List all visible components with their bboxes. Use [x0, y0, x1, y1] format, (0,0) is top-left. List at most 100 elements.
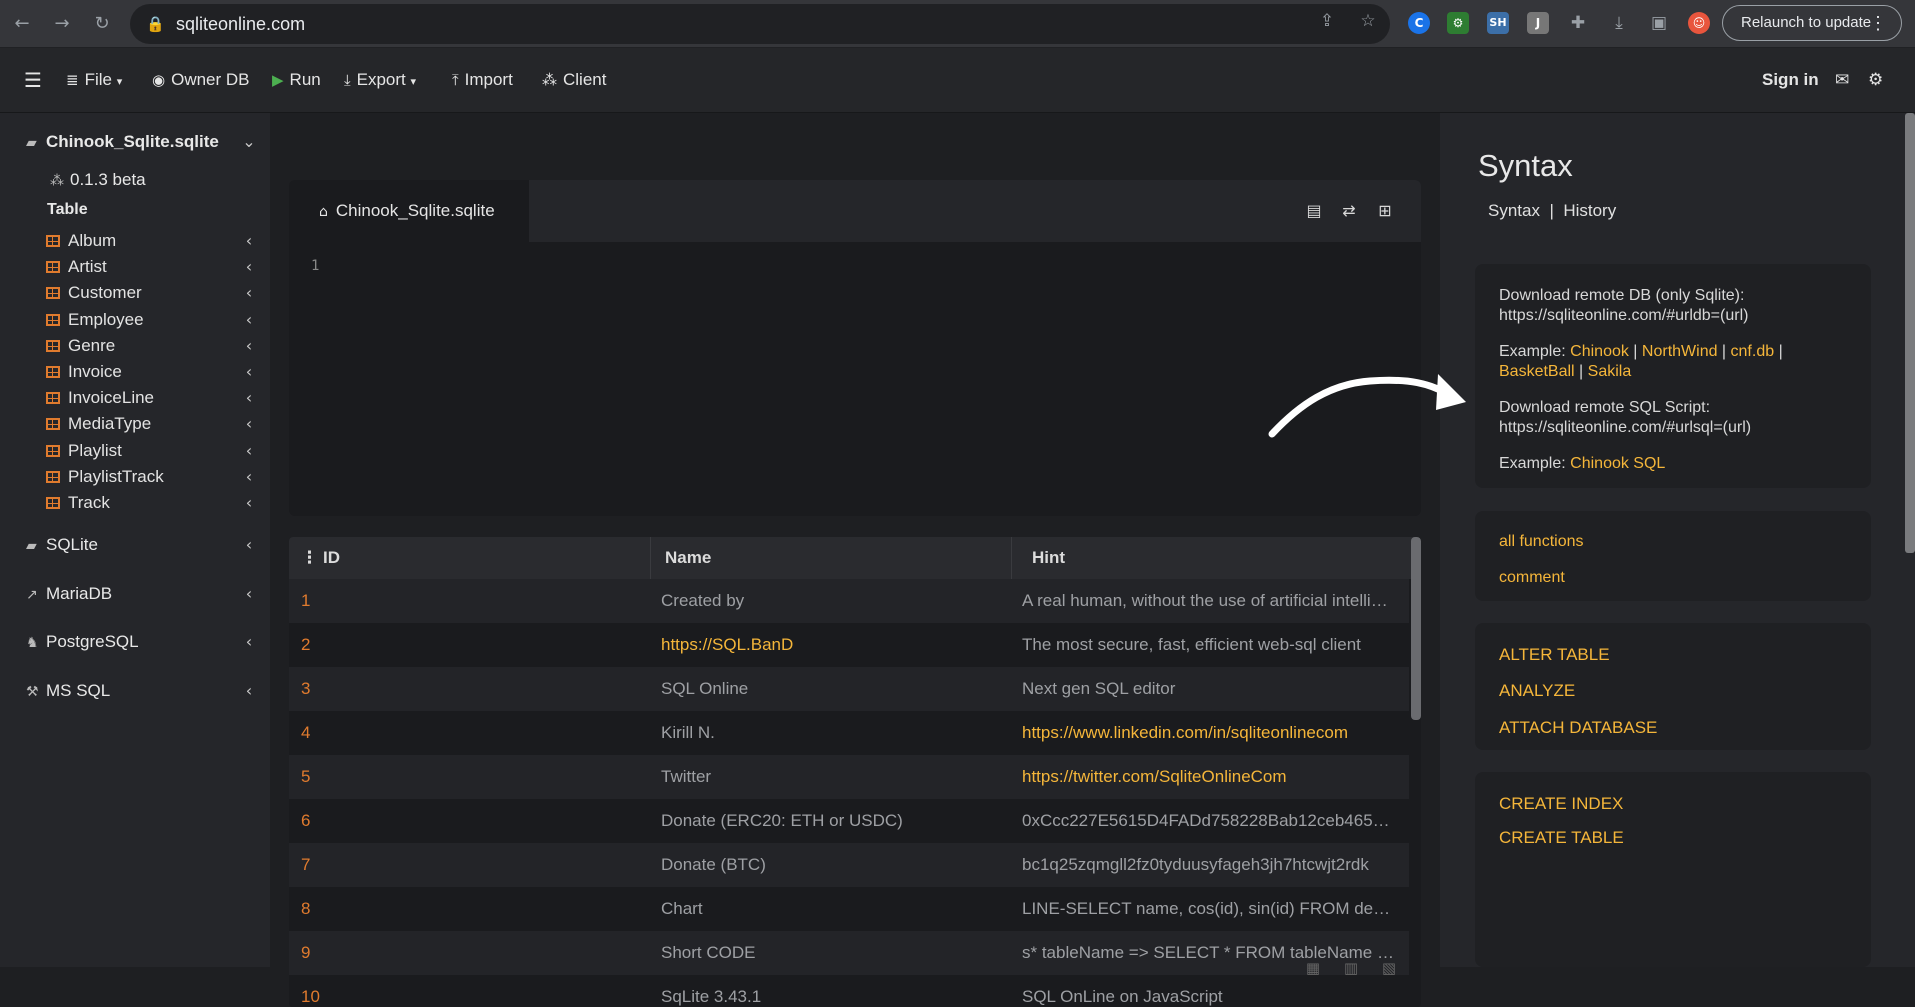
- db-name-item[interactable]: ▰ Chinook_Sqlite.sqlite: [26, 130, 219, 154]
- download-icon[interactable]: ⤓: [1608, 12, 1630, 34]
- table-row[interactable]: 6 Donate (ERC20: ETH or USDC) 0xCcc227E561…: [289, 799, 1409, 843]
- table-row[interactable]: 3 SQL Online Next gen SQL editor: [289, 667, 1409, 711]
- alter-table-link[interactable]: ALTER TABLE: [1499, 645, 1610, 665]
- chevron-left-icon[interactable]: ‹: [242, 465, 256, 489]
- example-sakila-link[interactable]: Sakila: [1588, 363, 1632, 380]
- sidebar-engine-item[interactable]: ▰ SQLite: [26, 533, 98, 557]
- cell-name[interactable]: https://SQL.BanD: [661, 623, 1001, 667]
- example-northwind-link[interactable]: NorthWind: [1642, 343, 1718, 360]
- tab-history[interactable]: History: [1563, 201, 1616, 220]
- sidebar-table-item[interactable]: InvoiceLine: [46, 386, 154, 410]
- table-row[interactable]: 7 Donate (BTC) bc1q25zqmgll2fz0tyduusyfage…: [289, 843, 1409, 887]
- table-row[interactable]: 9 Short CODE s* tableName => SELECT * FROM…: [289, 931, 1409, 975]
- profile-avatar-icon[interactable]: ☺: [1688, 12, 1710, 34]
- sidebar-engine-item[interactable]: ⚒ MS SQL: [26, 679, 110, 703]
- run-button[interactable]: ▶ Run: [272, 68, 321, 92]
- extension-sh-icon[interactable]: SH: [1487, 12, 1509, 34]
- column-menu-icon[interactable]: ⋮: [301, 537, 318, 579]
- tab-syntax[interactable]: Syntax: [1488, 201, 1540, 220]
- swap-icon[interactable]: ⇄: [1339, 200, 1359, 222]
- column-header-hint[interactable]: Hint: [1032, 537, 1065, 579]
- table-row[interactable]: 1 Created by A real human, without the use…: [289, 579, 1409, 623]
- chevron-left-icon[interactable]: ‹: [242, 582, 256, 606]
- table-row[interactable]: 5 Twitter https://twitter.com/SqliteOnline…: [289, 755, 1409, 799]
- sidebar-table-item[interactable]: Playlist: [46, 439, 122, 463]
- relaunch-button[interactable]: Relaunch to update ⋮: [1722, 5, 1902, 41]
- import-button[interactable]: ⤒ Import: [452, 68, 513, 92]
- chevron-left-icon[interactable]: ‹: [242, 491, 256, 515]
- book-icon[interactable]: ▧: [1378, 959, 1400, 979]
- example-chinook-link[interactable]: Chinook: [1570, 343, 1629, 360]
- chevron-left-icon[interactable]: ‹: [242, 386, 256, 410]
- share-icon[interactable]: ⇪: [1316, 10, 1338, 32]
- sidebar-table-item[interactable]: PlaylistTrack: [46, 465, 164, 489]
- column-header-name[interactable]: Name: [665, 537, 711, 579]
- address-bar[interactable]: 🔒 sqliteonline.com: [130, 4, 1390, 44]
- example-cnfdb-link[interactable]: cnf.db: [1731, 343, 1775, 360]
- all-functions-link[interactable]: all functions: [1499, 533, 1584, 551]
- more-vert-icon[interactable]: ⋮: [1869, 6, 1887, 40]
- sidebar-engine-item[interactable]: ↗ MariaDB: [26, 582, 112, 606]
- forward-icon[interactable]: →: [50, 12, 74, 36]
- add-tab-icon[interactable]: ⊞: [1375, 200, 1395, 222]
- sign-in-link[interactable]: Sign in: [1762, 68, 1819, 92]
- client-button[interactable]: ⁂ Client: [542, 68, 606, 92]
- cell-hint[interactable]: https://twitter.com/SqliteOnlineCom: [1022, 755, 1396, 799]
- save-icon[interactable]: ▤: [1304, 200, 1324, 222]
- chevron-left-icon[interactable]: ‹: [242, 281, 256, 305]
- sidebar-table-item[interactable]: Employee: [46, 308, 144, 332]
- back-icon[interactable]: ←: [10, 12, 34, 36]
- sidebar-engine-item[interactable]: ♞ PostgreSQL: [26, 630, 139, 654]
- extension-c-icon[interactable]: C: [1408, 12, 1430, 34]
- reload-icon[interactable]: ↻: [90, 12, 114, 36]
- sidebar-table-item[interactable]: Genre: [46, 334, 115, 358]
- grid-view-icon[interactable]: ▦: [1302, 959, 1324, 979]
- editor-tab[interactable]: ⌂ Chinook_Sqlite.sqlite: [289, 180, 529, 242]
- menu-hamburger-icon[interactable]: ☰: [24, 68, 42, 92]
- cell-hint[interactable]: https://www.linkedin.com/in/sqliteonline…: [1022, 711, 1396, 755]
- table-row[interactable]: 8 Chart LINE-SELECT name, cos(id), sin(id)…: [289, 887, 1409, 931]
- owner-db-button[interactable]: ◉ Owner DB: [152, 68, 250, 92]
- extension-j-icon[interactable]: J: [1527, 12, 1549, 34]
- column-header-id[interactable]: ID: [323, 537, 340, 579]
- bookmark-star-icon[interactable]: ☆: [1357, 10, 1379, 32]
- chevron-down-icon[interactable]: ⌄: [242, 130, 256, 154]
- attach-database-link[interactable]: ATTACH DATABASE: [1499, 718, 1657, 738]
- chevron-left-icon[interactable]: ‹: [242, 533, 256, 557]
- sidebar-table-item[interactable]: Customer: [46, 281, 142, 305]
- extension-green-icon[interactable]: ⚙: [1447, 12, 1469, 34]
- comment-link[interactable]: comment: [1499, 569, 1565, 587]
- create-index-link[interactable]: CREATE INDEX: [1499, 794, 1623, 814]
- table-row[interactable]: 4 Kirill N. https://www.linkedin.com/in/sq…: [289, 711, 1409, 755]
- chevron-left-icon[interactable]: ‹: [242, 308, 256, 332]
- export-menu[interactable]: ⤓ Export ▾: [344, 68, 416, 92]
- side-panel-icon[interactable]: ▣: [1648, 12, 1670, 34]
- result-scrollbar[interactable]: [1411, 537, 1421, 720]
- chevron-left-icon[interactable]: ‹: [242, 439, 256, 463]
- settings-gear-icon[interactable]: ⚙: [1868, 68, 1883, 92]
- chevron-left-icon[interactable]: ‹: [242, 334, 256, 358]
- analyze-link[interactable]: ANALYZE: [1499, 681, 1575, 701]
- chevron-left-icon[interactable]: ‹: [242, 630, 256, 654]
- sidebar-table-item[interactable]: Invoice: [46, 360, 122, 384]
- chevron-left-icon[interactable]: ‹: [242, 412, 256, 436]
- mail-icon[interactable]: ✉: [1835, 68, 1849, 92]
- chevron-left-icon[interactable]: ‹: [242, 679, 256, 703]
- table-row[interactable]: 10 SqLite 3.43.1 SQL OnLine on JavaScript: [289, 975, 1409, 1007]
- sidebar-table-item[interactable]: MediaType: [46, 412, 151, 436]
- example-chinook-sql-link[interactable]: Chinook SQL: [1570, 455, 1665, 472]
- sidebar-table-item[interactable]: Track: [46, 491, 110, 515]
- sidebar-table-item[interactable]: Album: [46, 229, 116, 253]
- example-basketball-link[interactable]: BasketBall: [1499, 363, 1575, 380]
- chevron-left-icon[interactable]: ‹: [242, 360, 256, 384]
- chart-view-icon[interactable]: ▥: [1340, 959, 1362, 979]
- table-row[interactable]: 2 https://SQL.BanD The most secure, fast, …: [289, 623, 1409, 667]
- sidebar-table-item[interactable]: Artist: [46, 255, 107, 279]
- file-menu[interactable]: ≣ File ▾: [66, 68, 122, 92]
- syntax-panel-scrollbar[interactable]: [1905, 113, 1915, 553]
- extensions-puzzle-icon[interactable]: ✚: [1567, 12, 1589, 34]
- sql-editor[interactable]: ⌂ Chinook_Sqlite.sqlite ▤ ⇄ ⊞ 1: [289, 180, 1421, 516]
- chevron-left-icon[interactable]: ‹: [242, 255, 256, 279]
- chevron-left-icon[interactable]: ‹: [242, 229, 256, 253]
- create-table-link[interactable]: CREATE TABLE: [1499, 828, 1624, 848]
